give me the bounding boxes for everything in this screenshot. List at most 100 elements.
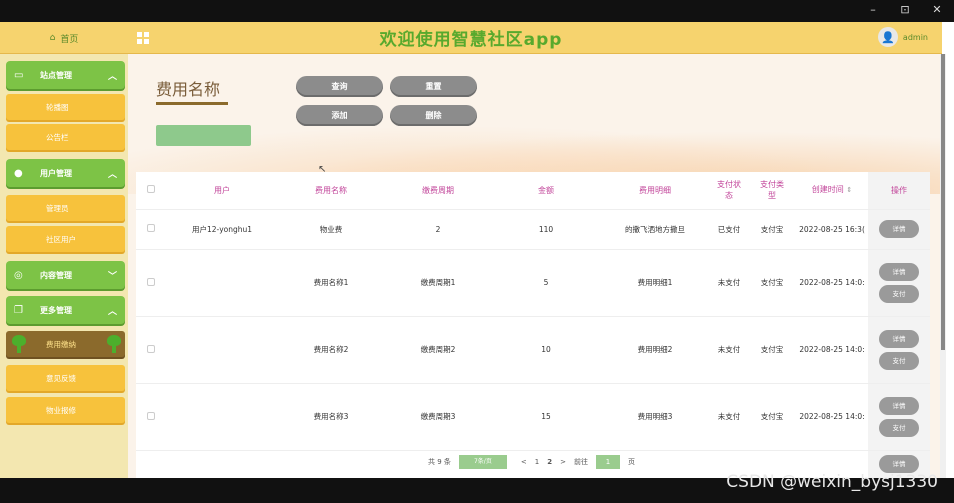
- tree-icon: [107, 335, 121, 353]
- header-amount: 金额: [538, 185, 554, 195]
- cell-pay-status: 已支付: [710, 208, 748, 249]
- sidebar-item-community-users[interactable]: 社区用户: [6, 226, 125, 252]
- table-row: 费用名称3 缴费周期3 15 费用明细3 未支付 支付宝 2022-08-25 …: [136, 382, 930, 450]
- cell-detail: 费用明细3: [600, 382, 710, 450]
- cell-created-time: 2022-08-25 14:0:: [796, 315, 868, 383]
- monitor-icon: ▭: [14, 69, 24, 81]
- detail-button[interactable]: 详情: [879, 396, 919, 415]
- next-page-icon[interactable]: >: [560, 458, 566, 466]
- cell-period: 缴费周期3: [384, 382, 492, 450]
- sidebar-item-feedback[interactable]: 意见反馈: [6, 365, 125, 391]
- table-row: 费用名称1 缴费周期1 5 费用明细1 未支付 支付宝 2022-08-25 1…: [136, 248, 930, 316]
- cell-fee-name: 费用名称1: [278, 248, 384, 316]
- pay-button[interactable]: 支付: [879, 284, 919, 303]
- user-menu[interactable]: 👤 admin: [877, 27, 928, 47]
- app-title: 欢迎使用智慧社区app: [379, 30, 563, 50]
- sidebar-item-fee-payment[interactable]: 费用缴纳: [6, 331, 125, 357]
- cell-period: 缴费周期2: [384, 315, 492, 383]
- tree-icon: [12, 335, 26, 353]
- select-all-checkbox[interactable]: [147, 184, 155, 193]
- label-underline: [156, 102, 228, 105]
- cell-created-time: 2022-08-25 14:0:: [796, 382, 868, 450]
- sidebar: ▭ 站点管理 ︿ 轮播图 公告栏 ● 用户管理 ︿ 管理员 社区用户 ◎ 内容管…: [0, 54, 128, 478]
- scrollbar-thumb[interactable]: [941, 54, 945, 350]
- sidebar-group-users[interactable]: ● 用户管理 ︿: [6, 159, 125, 187]
- minimize-icon[interactable]: –: [866, 3, 880, 16]
- watermark-text: CSDN @weixin_bysj1330: [726, 472, 938, 492]
- chevron-up-icon: ︿: [107, 71, 117, 82]
- restore-icon[interactable]: ⊡: [898, 3, 912, 16]
- cell-user: [166, 248, 278, 316]
- sidebar-group-content[interactable]: ◎ 内容管理 ﹀: [6, 261, 125, 289]
- close-icon[interactable]: ✕: [930, 3, 944, 16]
- page-1-button[interactable]: 1: [535, 458, 539, 466]
- add-button[interactable]: 添加: [296, 105, 383, 126]
- table-row: 用户12-yonghu1 物业费 2 110 的撒飞洒地方撒旦 已支付 支付宝 …: [136, 208, 930, 249]
- sidebar-item-admin[interactable]: 管理员: [6, 195, 125, 221]
- window-titlebar: – ⊡ ✕: [0, 0, 954, 22]
- row-checkbox[interactable]: [147, 277, 155, 286]
- cell-amount: 10: [492, 315, 600, 383]
- chevron-down-icon: ﹀: [107, 271, 117, 282]
- sidebar-item-carousel[interactable]: 轮播图: [6, 94, 125, 120]
- cell-user: [166, 315, 278, 383]
- cell-pay-type: 支付宝: [748, 315, 796, 383]
- cell-fee-name: 费用名称2: [278, 315, 384, 383]
- user-icon: ●: [14, 167, 23, 179]
- chevron-up-icon: ︿: [107, 169, 117, 180]
- fee-name-input[interactable]: [156, 125, 251, 146]
- delete-button[interactable]: 删除: [390, 105, 477, 126]
- detail-button[interactable]: 详情: [879, 455, 919, 474]
- row-checkbox[interactable]: [147, 411, 155, 420]
- detail-button[interactable]: 详情: [879, 220, 919, 238]
- cell-amount: 110: [492, 208, 600, 249]
- fee-table: 用户 费用名称 缴费周期 金额 费用明细 支付状态 支付类型 创建时间 ⇕ 操作…: [136, 172, 930, 478]
- cell-pay-status: 未支付: [710, 382, 748, 450]
- pagination: 共 9 条 7条/页 < 1 2 > 前往 1 页: [428, 455, 635, 469]
- cell-pay-type: 支付宝: [748, 208, 796, 249]
- cell-amount: 5: [492, 248, 600, 316]
- page-size-select[interactable]: 7条/页: [458, 455, 507, 469]
- pay-button[interactable]: 支付: [879, 418, 919, 437]
- sort-icon[interactable]: ⇕: [846, 186, 852, 194]
- header-actions: 操作: [868, 172, 930, 209]
- header-fee-name: 费用名称: [315, 185, 347, 195]
- reset-button[interactable]: 重置: [390, 76, 477, 97]
- user-name: admin: [902, 32, 928, 42]
- cell-fee-name: 费用名称3: [278, 382, 384, 450]
- cell-created-time: 2022-08-25 14:0:: [796, 248, 868, 316]
- page-2-button[interactable]: 2: [547, 458, 552, 466]
- row-checkbox[interactable]: [147, 224, 155, 232]
- table-row: 费用名称2 缴费周期2 10 费用明细2 未支付 支付宝 2022-08-25 …: [136, 315, 930, 383]
- sidebar-item-notice[interactable]: 公告栏: [6, 124, 125, 150]
- search-field-label: 费用名称: [156, 80, 221, 99]
- chevron-up-icon: ︿: [107, 306, 117, 317]
- cell-period: 缴费周期1: [384, 248, 492, 316]
- cell-pay-status: 未支付: [710, 248, 748, 316]
- header-created-time[interactable]: 创建时间 ⇕: [796, 172, 868, 209]
- row-checkbox[interactable]: [147, 344, 155, 353]
- page-unit-label: 页: [628, 458, 635, 466]
- cell-created-time: 2022-08-25 16:3(: [796, 208, 868, 249]
- detail-button[interactable]: 详情: [879, 262, 919, 281]
- copy-icon: ❐: [14, 304, 23, 316]
- cell-amount: 15: [492, 382, 600, 450]
- content-icon: ◎: [14, 269, 23, 281]
- sidebar-item-repair[interactable]: 物业报修: [6, 397, 125, 423]
- prev-page-icon[interactable]: <: [521, 458, 527, 466]
- table-header-row: 用户 费用名称 缴费周期 金额 费用明细 支付状态 支付类型 创建时间 ⇕ 操作: [136, 172, 930, 209]
- cell-user: 用户12-yonghu1: [166, 208, 278, 249]
- sidebar-group-more[interactable]: ❐ 更多管理 ︿: [6, 296, 125, 324]
- sidebar-group-site[interactable]: ▭ 站点管理 ︿: [6, 61, 125, 89]
- cell-fee-name: 物业费: [278, 208, 384, 249]
- header-pay-status: 支付状态: [717, 180, 741, 201]
- header-pay-type: 支付类型: [760, 180, 784, 201]
- pay-button[interactable]: 支付: [879, 351, 919, 370]
- top-header: ⌂ 首页 欢迎使用智慧社区app 👤 admin: [0, 22, 942, 54]
- goto-page-input[interactable]: 1: [596, 455, 620, 469]
- cell-user: [166, 382, 278, 450]
- header-period: 缴费周期: [422, 185, 454, 195]
- query-button[interactable]: 查询: [296, 76, 383, 97]
- detail-button[interactable]: 详情: [879, 329, 919, 348]
- main-content: 费用名称 查询 重置 添加 删除 ↖ 用户 费用名称 缴费周期 金额 费用明细 …: [128, 54, 942, 478]
